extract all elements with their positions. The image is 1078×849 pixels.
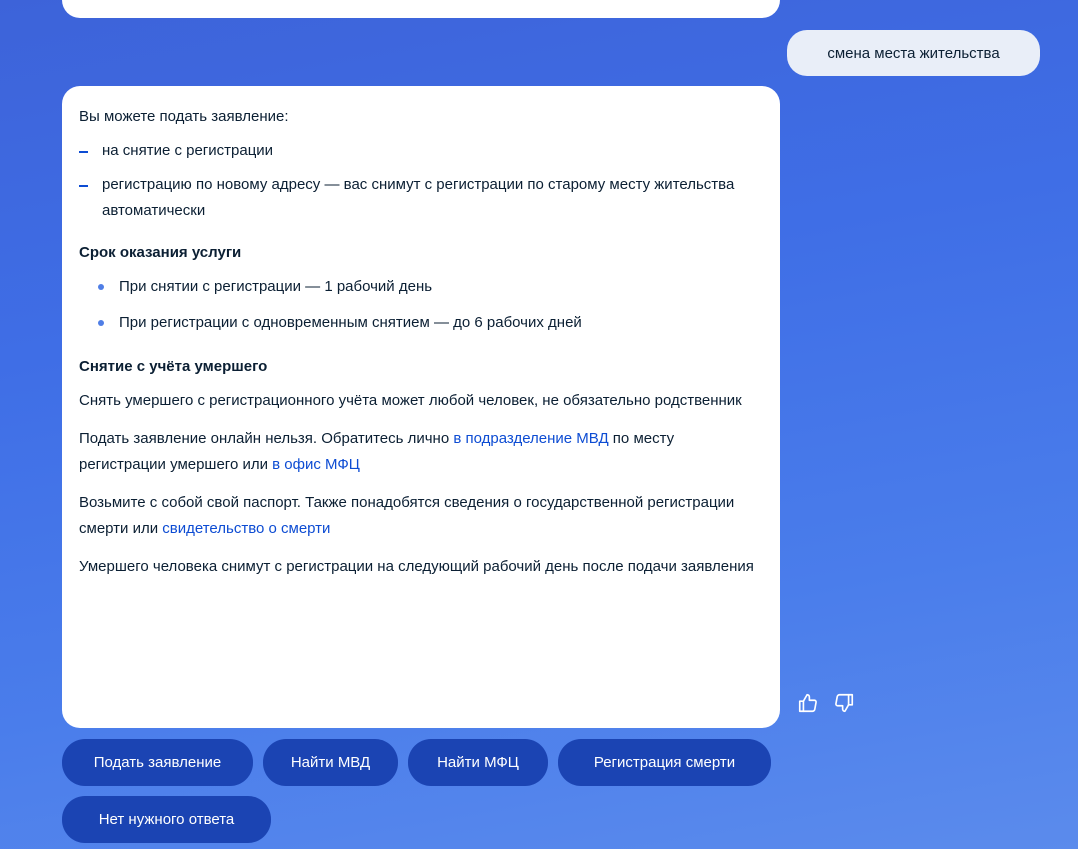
bot-intro-text: Вы можете подать заявление: [79,108,289,125]
thumbs-up-icon[interactable] [797,692,819,714]
thumbs-down-icon[interactable] [833,692,855,714]
application-options-list: на снятие с регистрации регистрацию по н… [79,138,758,224]
submit-application-chip[interactable]: Подать заявление [62,739,253,786]
paragraph-text: Подать заявление онлайн нельзя. Обратите… [79,430,454,447]
list-item: на снятие с регистрации [79,138,758,164]
list-item: При регистрации с одновременным снятием … [98,310,758,336]
no-answer-chip[interactable]: Нет нужного ответа [62,796,271,843]
deceased-paragraph-3: Возьмите с собой свой паспорт. Также пон… [79,490,758,542]
user-message-bubble: смена места жительства [787,30,1040,76]
list-item: регистрацию по новому адресу — вас сниму… [79,172,758,224]
death-registration-chip[interactable]: Регистрация смерти [558,739,771,786]
term-heading: Срок оказания услуги [79,244,242,261]
mfc-office-link[interactable]: в офис МФЦ [272,456,360,473]
previous-bot-message [62,0,780,18]
list-item: При снятии с регистрации — 1 рабочий ден… [98,274,758,300]
deceased-paragraph-2: Подать заявление онлайн нельзя. Обратите… [79,426,758,478]
mvd-department-link[interactable]: в подразделение МВД [453,430,608,447]
death-certificate-link[interactable]: свидетельство о смерти [162,520,330,537]
find-mvd-chip[interactable]: Найти МВД [263,739,398,786]
deceased-heading: Снятие с учёта умершего [79,358,268,375]
feedback-buttons [797,692,855,714]
bot-message-bubble: Вы можете подать заявление: на снятие с … [62,86,780,728]
user-message-text: смена места жительства [827,44,1000,62]
deceased-paragraph-4: Умершего человека снимут с регистрации н… [79,558,754,575]
term-list: При снятии с регистрации — 1 рабочий ден… [79,274,758,336]
find-mfc-chip[interactable]: Найти МФЦ [408,739,548,786]
deceased-paragraph-1: Снять умершего с регистрационного учёта … [79,392,742,409]
